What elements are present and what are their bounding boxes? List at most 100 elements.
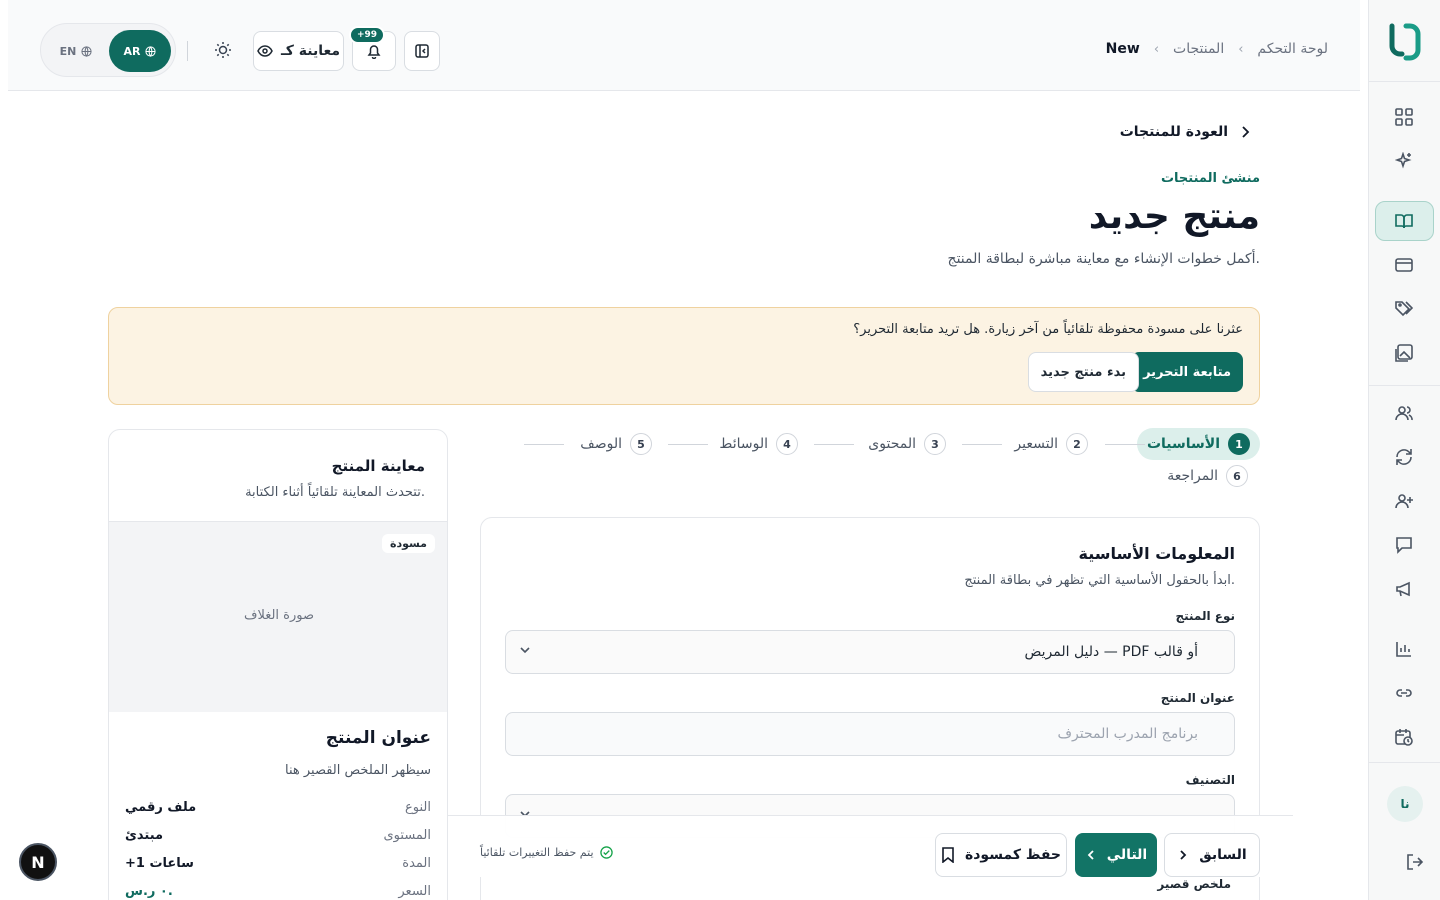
product-type-select[interactable]: دليل المريض — PDF أو قالب (505, 630, 1235, 674)
step-media[interactable]: 4 الوسائط (719, 433, 798, 455)
short-summary-label: ملخص قصير (1157, 877, 1231, 891)
page-eyebrow: منشئ المنتجات (1160, 171, 1260, 186)
calendar-clock-icon[interactable] (1393, 726, 1415, 748)
draft-message: عثرنا على مسودة محفوظة تلقائياً من آخر ز… (853, 322, 1243, 337)
step-content[interactable]: 3 المحتوى (868, 433, 946, 455)
megaphone-icon[interactable] (1393, 578, 1415, 600)
breadcrumb-products[interactable]: المنتجات (1173, 41, 1224, 57)
back-label: العودة للمنتجات (1119, 124, 1228, 140)
notifications-button[interactable]: +99 (349, 26, 396, 71)
top-bar: لوحة التحكم ‹ المنتجات ‹ New EN AR معاين… (8, 0, 1360, 91)
breadcrumb: لوحة التحكم ‹ المنتجات ‹ New (1106, 41, 1328, 57)
brand-logo[interactable] (1388, 22, 1422, 62)
chevron-left-icon: ‹ (1238, 41, 1244, 57)
product-title-placeholder: برنامج المدرب المحترف (1057, 726, 1198, 742)
preview-meta-row: السعر ٠ ر.س. (125, 884, 431, 900)
back-to-products-link[interactable]: العودة للمنتجات (1120, 124, 1252, 140)
meta-value: ٠ ر.س. (125, 884, 173, 899)
product-title-input[interactable]: برنامج المدرب المحترف (505, 712, 1235, 756)
step-number: 3 (924, 433, 946, 455)
eye-icon (257, 45, 273, 57)
preview-as-button[interactable]: معاينة كـ (253, 31, 344, 71)
step-basics[interactable]: 1 الأساسيات (1136, 428, 1260, 460)
side-rail: نا (1368, 0, 1440, 900)
user-avatar[interactable]: نا (1387, 786, 1423, 822)
meta-key: المدة (402, 856, 431, 871)
notification-count-badge: +99 (349, 26, 386, 44)
preview-title: معاينة المنتج (331, 457, 425, 475)
cover-image-placeholder: مسودة صورة الغلاف (109, 522, 447, 712)
step-label: الوصف (580, 436, 622, 452)
language-switcher: EN AR (40, 23, 176, 77)
user-plus-icon[interactable] (1393, 490, 1415, 512)
globe-icon (81, 45, 92, 57)
category-label: التصنيف (1185, 773, 1235, 787)
check-circle-icon (599, 846, 613, 859)
breadcrumb-current: New (1105, 41, 1140, 57)
preview-meta-row: المدة +1 ساعات (125, 856, 431, 876)
preview-product-title: عنوان المنتج (325, 728, 431, 748)
step-review[interactable]: 6 المراجعة (1167, 465, 1248, 487)
step-connector (1105, 444, 1145, 445)
preview-meta-row: النوع ملف رقمي (125, 800, 431, 820)
step-label: التسعير (1014, 436, 1058, 452)
preview-header: معاينة المنتج تتحدث المعاينة تلقائياً أث… (109, 430, 447, 522)
previous-button[interactable]: السابق (1164, 833, 1260, 877)
toolbar-divider (187, 41, 188, 61)
rail-divider (1369, 762, 1440, 763)
step-connector (524, 444, 564, 445)
grid-icon[interactable] (1393, 106, 1415, 128)
users-icon[interactable] (1393, 402, 1415, 424)
refresh-icon[interactable] (1393, 446, 1415, 468)
message-icon[interactable] (1393, 534, 1415, 556)
bell-icon (367, 45, 381, 59)
start-new-product-button[interactable]: بدء منتج جديد (1027, 352, 1139, 392)
lang-ar-button[interactable]: AR (109, 30, 171, 72)
step-number: 2 (1066, 433, 1088, 455)
tags-icon[interactable] (1393, 298, 1415, 320)
step-number: 1 (1228, 433, 1250, 455)
bar-chart-icon[interactable] (1393, 638, 1415, 660)
next-dev-indicator-icon[interactable]: N (19, 843, 57, 881)
chevron-right-icon (1242, 126, 1250, 138)
sparkles-icon[interactable] (1393, 150, 1415, 172)
preview-meta-row: المستوى مبتدئ (125, 828, 431, 848)
step-number: 5 (630, 433, 652, 455)
chevron-right-icon (1180, 850, 1187, 860)
save-draft-button[interactable]: حفظ كمسودة (935, 833, 1067, 877)
credit-card-icon[interactable] (1393, 254, 1415, 276)
breadcrumb-dashboard[interactable]: لوحة التحكم (1257, 41, 1328, 57)
next-label: التالي (1106, 847, 1148, 863)
lang-en-label: EN (59, 44, 77, 58)
panel-toggle-icon (415, 44, 429, 58)
toggle-sidebar-button[interactable] (404, 31, 440, 71)
images-icon[interactable] (1393, 342, 1415, 364)
bookmark-icon (942, 847, 954, 863)
logout-icon[interactable] (1404, 851, 1426, 873)
draft-status-badge: مسودة (381, 534, 435, 553)
meta-key: النوع (405, 800, 431, 815)
draft-restore-banner: عثرنا على مسودة محفوظة تلقائياً من آخر ز… (108, 307, 1260, 405)
rail-divider (1369, 385, 1440, 386)
chevron-down-icon (520, 647, 530, 654)
next-button[interactable]: التالي (1075, 833, 1157, 877)
chevron-left-icon: ‹ (1153, 41, 1160, 57)
step-description[interactable]: 5 الوصف (580, 433, 652, 455)
step-label: المحتوى (868, 436, 916, 452)
step-label: المراجعة (1167, 468, 1218, 484)
step-connector (814, 444, 854, 445)
previous-label: السابق (1199, 847, 1247, 863)
continue-editing-button[interactable]: متابعة التحرير (1131, 352, 1243, 392)
sun-icon[interactable] (213, 40, 233, 60)
product-title-label: عنوان المنتج (1160, 691, 1235, 705)
book-open-icon[interactable] (1393, 210, 1415, 232)
product-preview-panel: معاينة المنتج تتحدث المعاينة تلقائياً أث… (108, 429, 448, 900)
meta-key: المستوى (383, 828, 432, 843)
lang-en-button[interactable]: EN (49, 30, 103, 72)
form-heading: المعلومات الأساسية (1078, 544, 1235, 563)
link-icon[interactable] (1393, 682, 1415, 704)
meta-value: ملف رقمي (125, 800, 197, 815)
step-pricing[interactable]: 2 التسعير (1014, 433, 1088, 455)
autosave-label: يتم حفظ التغييرات تلقائياً (480, 846, 594, 859)
cover-image-label: صورة الغلاف (243, 608, 315, 623)
